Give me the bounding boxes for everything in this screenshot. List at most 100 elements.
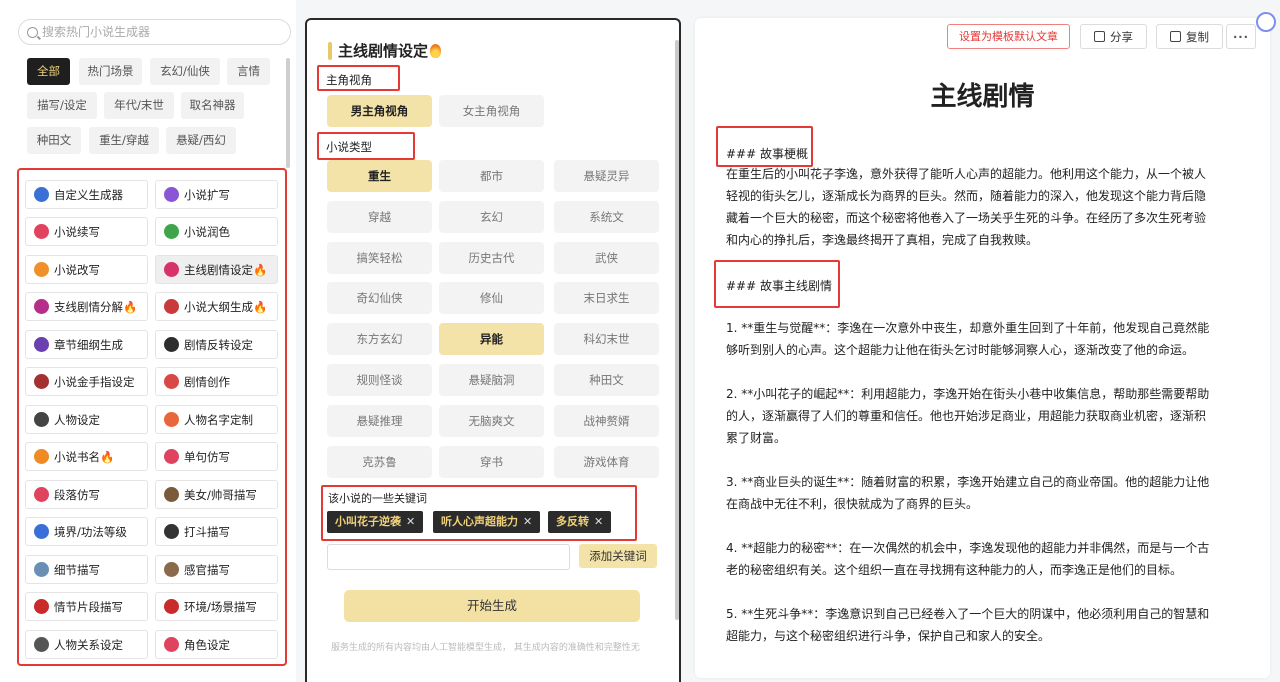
remove-keyword-icon[interactable]: ✕ xyxy=(523,515,532,528)
genre-option[interactable]: 悬疑脑洞 xyxy=(439,364,544,396)
main-plot-icon xyxy=(164,262,179,277)
plot-point: 1. **重生与觉醒**：李逸在一次意外中丧生，却意外重生回到了十年前，他发现自… xyxy=(726,321,1210,357)
genre-option[interactable]: 种田文 xyxy=(554,364,659,396)
tool-label: 自定义生成器 xyxy=(54,187,123,202)
tool-item[interactable]: 章节细纲生成 xyxy=(25,330,148,359)
tag-farming[interactable]: 种田文 xyxy=(27,127,81,154)
tool-item[interactable]: 人物名字定制 xyxy=(155,405,278,434)
tool-label: 角色设定 xyxy=(184,637,230,652)
tool-item[interactable]: 情节片段描写 xyxy=(25,592,148,621)
tag-description[interactable]: 描写/设定 xyxy=(27,92,97,119)
cheat-icon xyxy=(34,374,49,389)
tool-item[interactable]: 环境/场景描写 xyxy=(155,592,278,621)
tag-era[interactable]: 年代/末世 xyxy=(104,92,174,119)
sidebar-scrollbar[interactable] xyxy=(286,58,290,168)
genre-option[interactable]: 武侠 xyxy=(554,241,659,274)
genre-option[interactable]: 末日求生 xyxy=(554,282,659,315)
tool-item[interactable]: 小说大纲生成🔥 xyxy=(155,292,278,321)
form-scrollbar[interactable] xyxy=(675,40,679,620)
tag-mystery[interactable]: 悬疑/西幻 xyxy=(166,127,236,154)
tag-all[interactable]: 全部 xyxy=(27,58,70,85)
generate-button[interactable]: 开始生成 xyxy=(344,590,640,622)
tool-item[interactable]: 人物设定 xyxy=(25,405,148,434)
genre-option[interactable]: 修仙 xyxy=(439,282,544,315)
subplot-icon xyxy=(34,299,49,314)
tool-item[interactable]: 主线剧情设定🔥 xyxy=(155,255,278,284)
keyword-tag[interactable]: 听人心声超能力 ✕ xyxy=(433,511,541,533)
keyword-tag[interactable]: 多反转 ✕ xyxy=(548,511,612,533)
twist-icon xyxy=(164,337,179,352)
genre-option[interactable]: 搞笑轻松 xyxy=(327,241,432,274)
tag-rebirth[interactable]: 重生/穿越 xyxy=(89,127,159,154)
set-default-button[interactable]: 设置为模板默认文章 xyxy=(947,24,1070,49)
tool-item[interactable]: 角色设定 xyxy=(155,630,278,659)
perspective-option[interactable]: 女主角视角 xyxy=(439,95,544,127)
genre-option[interactable]: 游戏体育 xyxy=(554,445,659,478)
plot-point: 2. **小叫花子的崛起**：利用超能力，李逸开始在街头小巷中收集信息，帮助那些… xyxy=(726,387,1210,445)
tool-item[interactable]: 小说改写 xyxy=(25,255,148,284)
tool-label: 章节细纲生成 xyxy=(54,337,123,352)
genre-label: 小说类型 xyxy=(326,140,372,154)
genre-option[interactable]: 重生 xyxy=(327,160,432,192)
genre-option[interactable]: 无脑爽文 xyxy=(439,404,544,437)
tool-item[interactable]: 自定义生成器 xyxy=(25,180,148,209)
assistant-bubble-icon[interactable] xyxy=(1256,12,1276,32)
tool-item[interactable]: 境界/功法等级 xyxy=(25,517,148,546)
chapter-icon xyxy=(34,337,49,352)
tag-xuanhuan[interactable]: 玄幻/仙侠 xyxy=(150,58,220,85)
document-panel: 设置为模板默认文章 分享 复制 ··· 主线剧情 ### 故事梗概 在重生后的小… xyxy=(695,12,1276,678)
tool-item[interactable]: 小说润色 xyxy=(155,217,278,246)
genre-option[interactable]: 穿书 xyxy=(439,445,544,478)
genre-option[interactable]: 悬疑灵异 xyxy=(554,160,659,192)
copy-button[interactable]: 复制 xyxy=(1156,24,1223,49)
genre-option[interactable]: 悬疑推理 xyxy=(327,404,432,437)
search-box[interactable] xyxy=(18,19,291,45)
tool-item[interactable]: 剧情创作 xyxy=(155,367,278,396)
tool-item[interactable]: 细节描写 xyxy=(25,555,148,584)
genre-option[interactable]: 穿越 xyxy=(327,200,432,233)
genre-option[interactable]: 奇幻仙侠 xyxy=(327,282,432,315)
tag-hot[interactable]: 热门场景 xyxy=(79,58,142,85)
tag-naming[interactable]: 取名神器 xyxy=(181,92,244,119)
share-button[interactable]: 分享 xyxy=(1080,24,1147,49)
tool-label: 小说金手指设定 xyxy=(54,374,135,389)
genre-option[interactable]: 克苏鲁 xyxy=(327,445,432,478)
tool-label: 人物关系设定 xyxy=(54,637,123,652)
genre-option[interactable]: 规则怪谈 xyxy=(327,364,432,396)
tool-item[interactable]: 段落仿写 xyxy=(25,480,148,509)
genre-option[interactable]: 东方玄幻 xyxy=(327,323,432,356)
copy-icon xyxy=(1170,31,1181,42)
keyword-tag[interactable]: 小叫花子逆袭 ✕ xyxy=(327,511,424,533)
keyword-text: 听人心声超能力 xyxy=(441,515,518,528)
genre-option[interactable]: 都市 xyxy=(439,160,544,192)
add-keyword-button[interactable]: 添加关键词 xyxy=(579,544,657,568)
tool-item[interactable]: 感官描写 xyxy=(155,555,278,584)
tool-item[interactable]: 小说书名🔥 xyxy=(25,442,148,471)
tool-item[interactable]: 支线剧情分解🔥 xyxy=(25,292,148,321)
genre-option[interactable]: 异能 xyxy=(439,323,544,356)
tag-romance[interactable]: 言情 xyxy=(227,58,270,85)
remove-keyword-icon[interactable]: ✕ xyxy=(594,515,603,528)
perspective-option[interactable]: 男主角视角 xyxy=(327,95,432,127)
genre-option[interactable]: 战神赘婿 xyxy=(554,404,659,437)
tool-item[interactable]: 单句仿写 xyxy=(155,442,278,471)
tool-item[interactable]: 剧情反转设定 xyxy=(155,330,278,359)
genre-option[interactable]: 系统文 xyxy=(554,200,659,233)
genre-option[interactable]: 玄幻 xyxy=(439,200,544,233)
sidebar: 全部 热门场景 玄幻/仙侠 言情 描写/设定 年代/末世 取名神器 种田文 重生… xyxy=(0,0,296,682)
tool-item[interactable]: 人物关系设定 xyxy=(25,630,148,659)
more-button[interactable]: ··· xyxy=(1226,24,1256,49)
genre-option[interactable]: 科幻末世 xyxy=(554,323,659,356)
keyword-input[interactable] xyxy=(327,544,570,570)
tool-item[interactable]: 小说金手指设定 xyxy=(25,367,148,396)
beauty-icon xyxy=(164,487,179,502)
tool-item[interactable]: 小说扩写 xyxy=(155,180,278,209)
tool-item[interactable]: 小说续写 xyxy=(25,217,148,246)
tool-item[interactable]: 打斗描写 xyxy=(155,517,278,546)
genre-option[interactable]: 历史古代 xyxy=(439,241,544,274)
tool-item[interactable]: 美女/帅哥描写 xyxy=(155,480,278,509)
remove-keyword-icon[interactable]: ✕ xyxy=(406,515,415,528)
form-panel: 主线剧情设定 主角视角 男主角视角 女主角视角 小说类型 重生 都市 悬疑灵异 穿越 玄幻… xyxy=(305,18,681,682)
title-accent-bar xyxy=(328,41,332,60)
search-input[interactable] xyxy=(42,25,262,39)
